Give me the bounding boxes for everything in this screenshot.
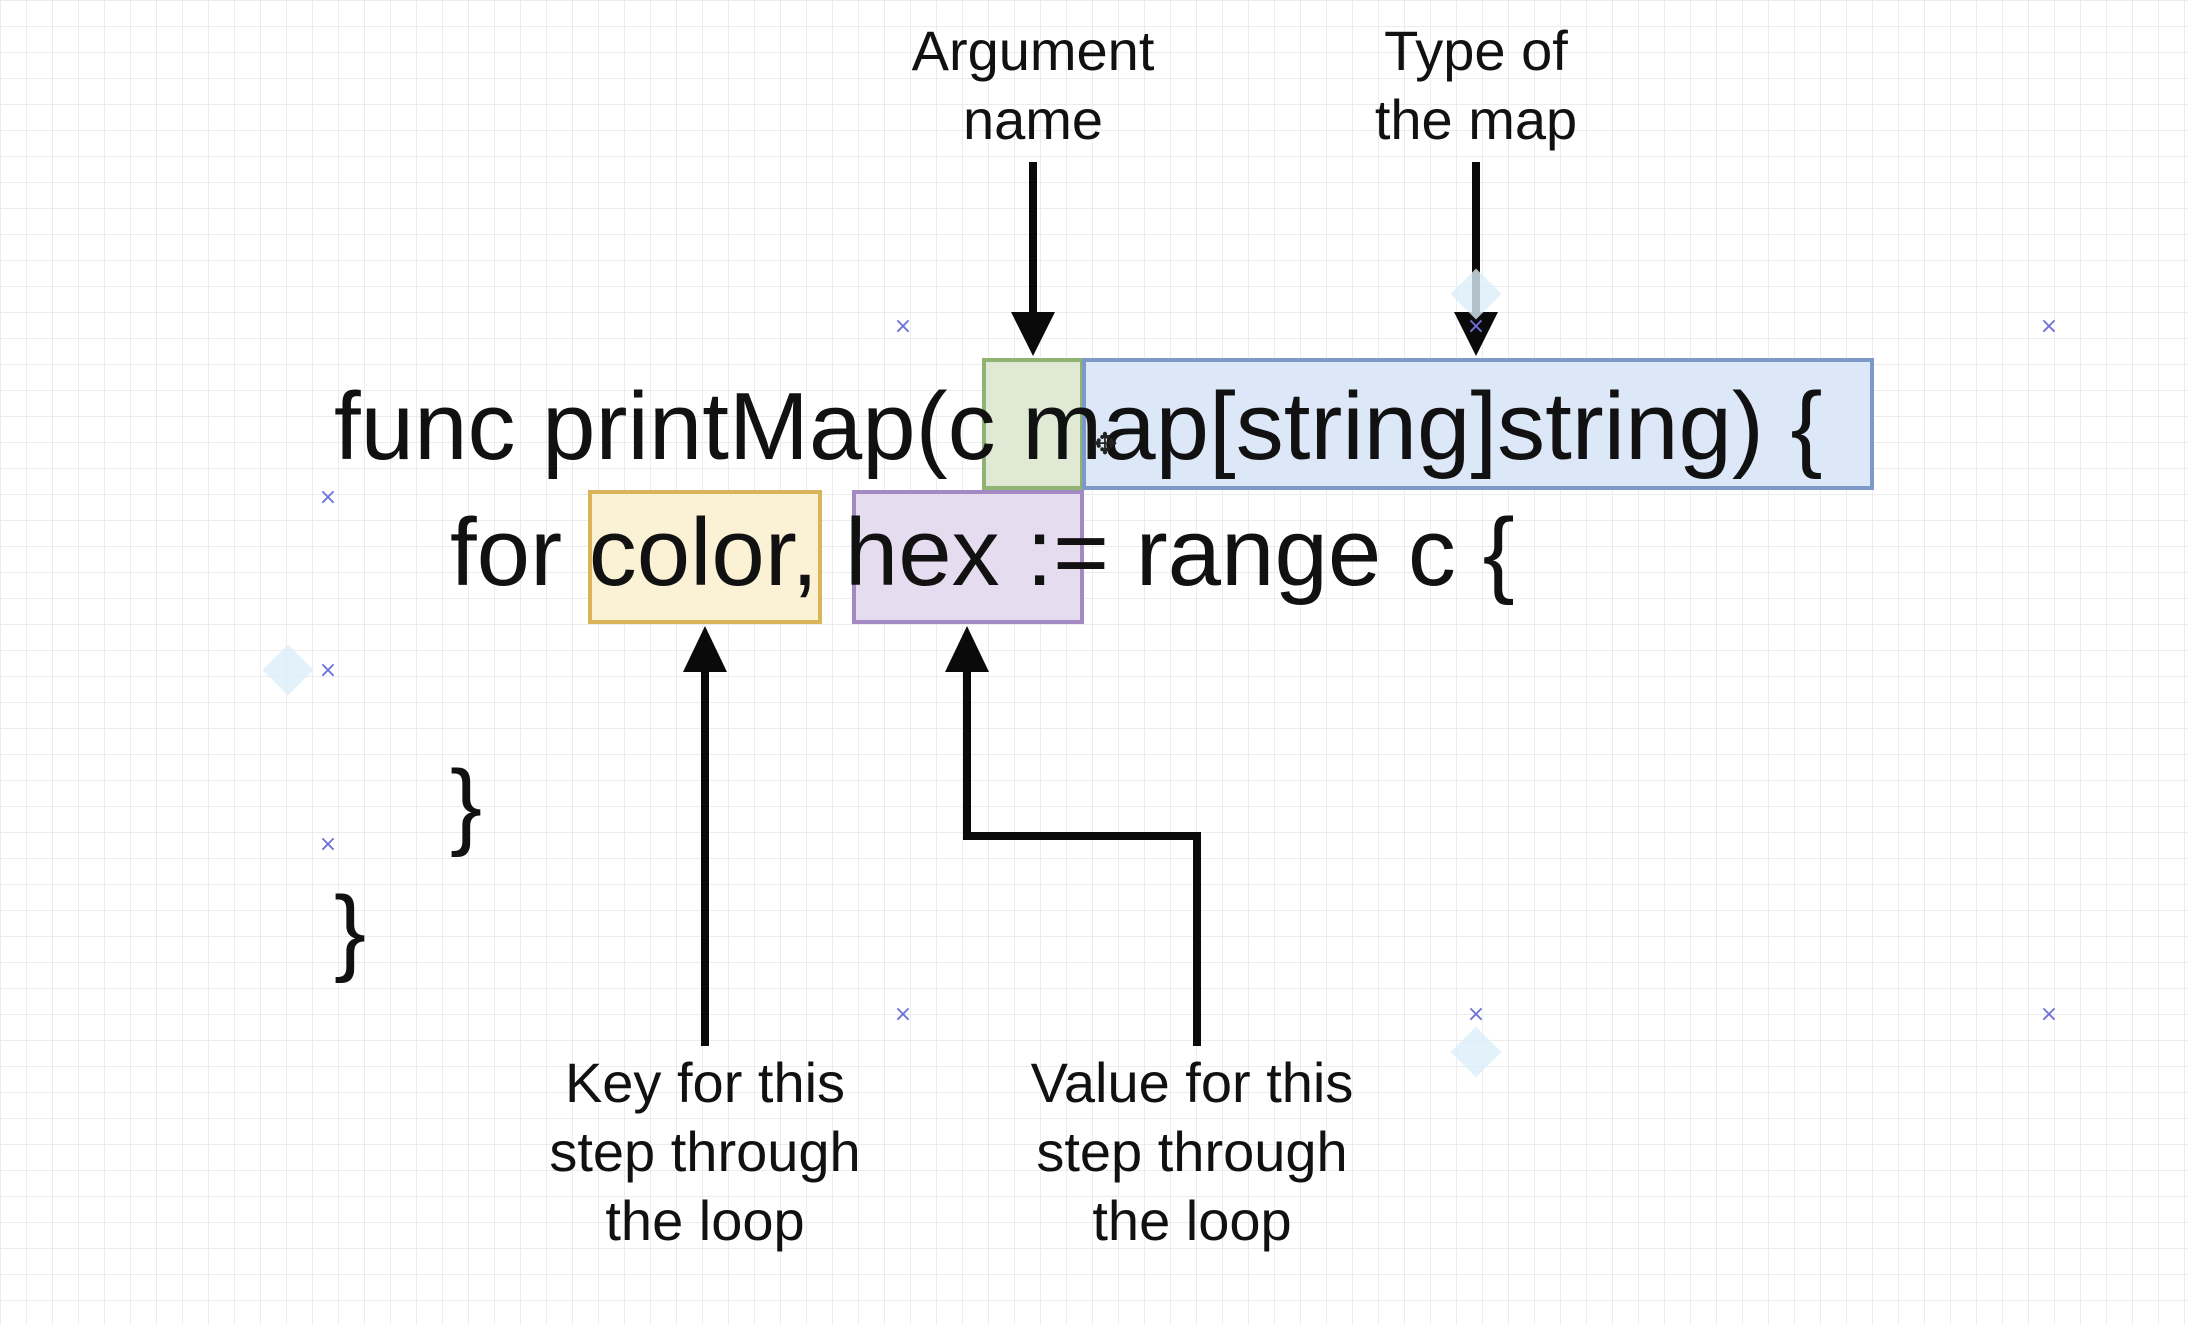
selection-diamond-bottom[interactable] [1450, 1026, 1502, 1078]
label-value-line-3: the loop [1092, 1189, 1292, 1252]
label-key: Key for this step through the loop [505, 1048, 905, 1255]
label-value-line-1: Value for this [1030, 1051, 1354, 1114]
selection-diamond-top[interactable] [1450, 268, 1502, 320]
label-map-type-line-2: the map [1374, 88, 1578, 151]
selection-handle-x-icon[interactable]: × [2039, 316, 2059, 338]
code-line-for-range: for color, hex := range c { [450, 499, 1515, 606]
label-key-line-3: the loop [605, 1189, 805, 1252]
code-line-inner-close-brace: } [450, 751, 483, 858]
arrow-value [945, 626, 1201, 1046]
label-value-line-2: step through [1036, 1120, 1348, 1183]
move-cursor-icon: ✥ [1092, 427, 1118, 462]
code-line-outer-close-brace: } [334, 877, 367, 984]
selection-handle-x-icon[interactable]: × [318, 660, 338, 682]
label-value: Value for this step through the loop [992, 1048, 1392, 1255]
diagram-canvas[interactable]: func printMap(c map[string]string) { for… [0, 0, 2188, 1324]
code-line-func-signature: func printMap(c map[string]string) { [334, 373, 1823, 480]
label-key-line-1: Key for this [564, 1051, 846, 1114]
label-map-type-line-1: Type of [1384, 19, 1568, 82]
selection-handle-x-icon[interactable]: × [893, 316, 913, 338]
label-argument-name-line-1: Argument [911, 19, 1155, 82]
label-map-type: Type of the map [1276, 16, 1676, 154]
arrow-argument-name [1011, 162, 1055, 356]
selection-handle-x-icon[interactable]: × [1466, 1004, 1486, 1026]
selection-diamond-left[interactable] [262, 644, 314, 696]
selection-handle-x-icon[interactable]: × [318, 487, 338, 509]
selection-handle-x-icon[interactable]: × [1466, 316, 1486, 338]
label-argument-name-line-2: name [962, 88, 1104, 151]
selection-handle-x-icon[interactable]: × [893, 1004, 913, 1026]
arrow-key [683, 626, 727, 1046]
label-argument-name: Argument name [833, 16, 1233, 154]
selection-handle-x-icon[interactable]: × [318, 834, 338, 856]
label-key-line-2: step through [549, 1120, 861, 1183]
selection-handle-x-icon[interactable]: × [2039, 1004, 2059, 1026]
